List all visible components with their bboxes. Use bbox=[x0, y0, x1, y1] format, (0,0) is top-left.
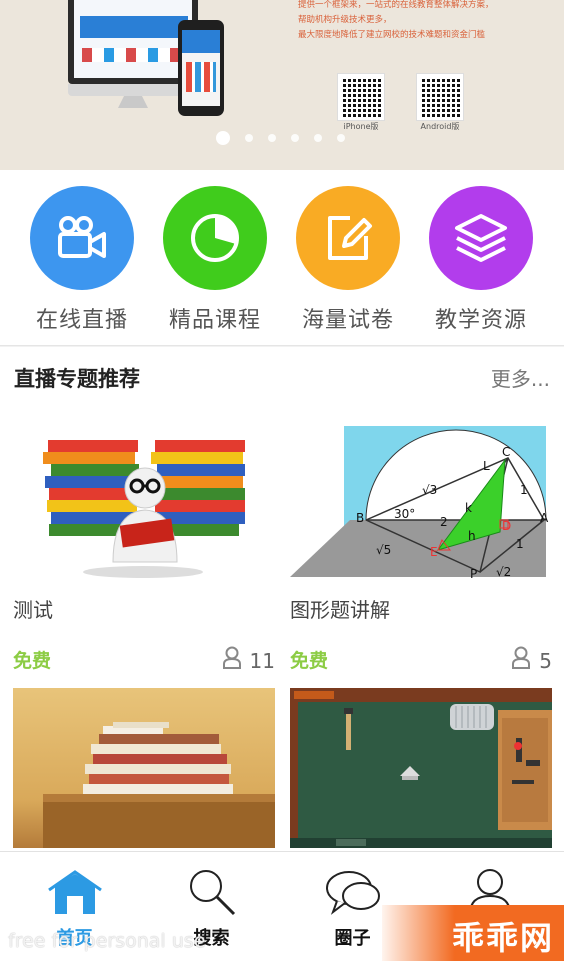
qr-code-iphone bbox=[337, 73, 385, 121]
carousel-dot[interactable] bbox=[337, 134, 345, 142]
diagram-label-d: D bbox=[502, 519, 511, 533]
site-logo-text: 乖乖网 bbox=[451, 919, 554, 957]
course-card[interactable]: C A B L D E P k h √3 √5 √2 30° 2 1 1 图形题… bbox=[290, 422, 552, 673]
diagram-label-2: 2 bbox=[440, 515, 448, 529]
diagram-label-l: L bbox=[483, 459, 490, 473]
enroll-count-value: 11 bbox=[249, 648, 275, 673]
carousel-dot[interactable] bbox=[268, 134, 276, 142]
diagram-label-1a: 1 bbox=[520, 483, 528, 497]
course-thumbnail-geometry: C A B L D E P k h √3 √5 √2 30° 2 1 1 bbox=[290, 422, 552, 582]
category-label: 海量试卷 bbox=[301, 308, 394, 333]
search-icon bbox=[182, 870, 242, 920]
course-title: 测试 bbox=[13, 598, 53, 622]
qr-code-android bbox=[416, 73, 464, 121]
diagram-label-p: P bbox=[470, 567, 477, 581]
phone-mockup-image bbox=[178, 20, 224, 116]
course-card[interactable] bbox=[13, 688, 275, 848]
watermark-text: free for personal use bbox=[8, 930, 206, 952]
banner-text-line: 最大限度地降低了建立网校的技术难题和资金门槛 bbox=[298, 30, 486, 40]
enroll-count: 11 bbox=[222, 646, 275, 675]
course-thumbnail-virtual-lab bbox=[290, 688, 552, 848]
carousel-dot-active[interactable] bbox=[216, 131, 230, 145]
course-thumbnail-book-stack bbox=[13, 688, 275, 848]
pie-chart-icon bbox=[163, 186, 267, 290]
chat-bubbles-icon bbox=[323, 871, 383, 920]
diagram-label-h: h bbox=[468, 529, 476, 543]
category-live[interactable]: 在线直播 bbox=[15, 186, 149, 334]
course-card[interactable] bbox=[290, 688, 552, 848]
user-icon bbox=[222, 646, 242, 675]
carousel-dot[interactable] bbox=[314, 134, 322, 142]
banner-text: 提供一个框架来，一站式的在线教育整体解决方案， 帮助机构升级技术更多， 最大限度… bbox=[298, 0, 558, 43]
enroll-count-value: 5 bbox=[539, 648, 552, 673]
course-card[interactable]: 测试 免费 11 bbox=[13, 422, 275, 673]
diagram-label-c: C bbox=[502, 445, 510, 459]
section-title: 直播专题推荐 bbox=[14, 367, 140, 391]
qr-label-android: Android版 bbox=[420, 122, 460, 131]
home-icon bbox=[45, 870, 105, 920]
carousel-dot[interactable] bbox=[245, 134, 253, 142]
course-meta: 免费 5 bbox=[290, 646, 552, 675]
diagram-label-angle: 30° bbox=[394, 507, 415, 521]
diagram-label-a: A bbox=[540, 511, 549, 525]
category-courses[interactable]: 精品课程 bbox=[148, 186, 282, 334]
promo-banner[interactable]: 提供一个框架来，一站式的在线教育整体解决方案， 帮助机构升级技术更多， 最大限度… bbox=[0, 0, 564, 170]
site-logo-watermark: 乖乖网 bbox=[382, 905, 564, 961]
course-meta: 免费 11 bbox=[13, 646, 275, 675]
video-camera-icon bbox=[30, 186, 134, 290]
layers-icon bbox=[429, 186, 533, 290]
enroll-count: 5 bbox=[511, 646, 552, 675]
category-grid: 在线直播 精品课程 海量试卷 教学资源 bbox=[0, 170, 564, 346]
diagram-label-1b: 1 bbox=[516, 537, 524, 551]
diagram-label-k: k bbox=[465, 501, 472, 515]
monitor-stand bbox=[118, 96, 148, 108]
course-thumbnail-books-reader bbox=[13, 422, 275, 582]
diagram-label-b: B bbox=[356, 511, 364, 525]
category-papers[interactable]: 海量试卷 bbox=[281, 186, 415, 334]
category-label: 教学资源 bbox=[434, 308, 527, 333]
course-title: 图形题讲解 bbox=[290, 598, 390, 622]
category-label: 在线直播 bbox=[35, 308, 128, 333]
category-label: 精品课程 bbox=[168, 308, 261, 333]
banner-text-line: 提供一个框架来，一站式的在线教育整体解决方案， bbox=[298, 0, 494, 10]
price-badge: 免费 bbox=[13, 650, 52, 672]
diagram-label-sqrt3: √3 bbox=[422, 483, 437, 497]
user-icon bbox=[511, 646, 531, 675]
category-resources[interactable]: 教学资源 bbox=[414, 186, 548, 334]
edit-paper-icon bbox=[296, 186, 400, 290]
diagram-label-e: E bbox=[430, 545, 438, 559]
carousel-indicator bbox=[216, 131, 345, 145]
diagram-label-sqrt2: √2 bbox=[496, 565, 511, 579]
more-link[interactable]: 更多... bbox=[491, 363, 550, 392]
banner-text-line: 帮助机构升级技术更多， bbox=[298, 15, 392, 25]
price-badge: 免费 bbox=[290, 650, 329, 672]
diagram-label-sqrt5: √5 bbox=[376, 543, 391, 557]
carousel-dot[interactable] bbox=[291, 134, 299, 142]
